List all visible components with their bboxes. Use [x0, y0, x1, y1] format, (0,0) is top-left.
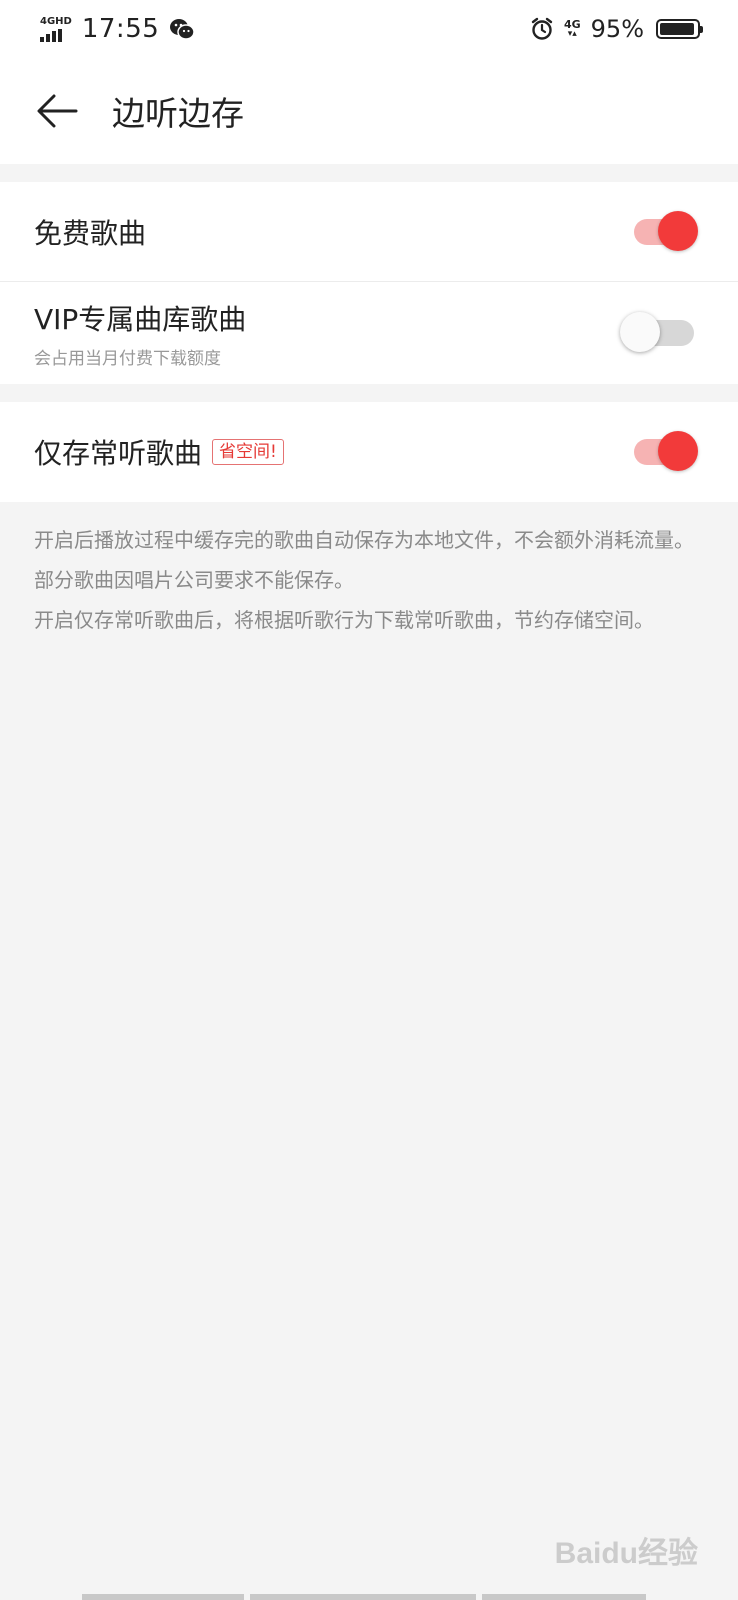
setting-label-free-songs: 免费歌曲	[34, 216, 147, 250]
description-text: 开启后播放过程中缓存完的歌曲自动保存为本地文件，不会额外消耗流量。 部分歌曲因唱…	[0, 502, 738, 640]
signal-icon: 4GHD	[40, 15, 72, 42]
status-bar: 4GHD 17:55 4G ▾▴ 95%	[0, 0, 738, 58]
frequent-only-toggle[interactable]	[632, 431, 698, 473]
vip-songs-toggle[interactable]	[620, 312, 698, 354]
settings-card-download: 免费歌曲 VIP专属曲库歌曲 会占用当月付费下载额度	[0, 182, 738, 384]
bottom-bar-segment	[250, 1594, 476, 1600]
toggle-knob	[620, 312, 660, 352]
baidu-watermark: Baidu经验	[555, 1528, 698, 1572]
free-songs-toggle[interactable]	[632, 210, 698, 253]
toggle-knob	[658, 431, 698, 471]
setting-row-vip-songs[interactable]: VIP专属曲库歌曲 会占用当月付费下载额度	[0, 282, 738, 384]
sim-network-icon: 4G ▾▴	[563, 18, 581, 39]
frequent-only-label: 仅存常听歌曲	[34, 437, 203, 470]
save-space-badge: 省空间!	[212, 439, 284, 465]
back-arrow-icon[interactable]	[34, 88, 80, 134]
status-right: 4G ▾▴ 95%	[530, 15, 703, 43]
setting-label-vip-songs: VIP专属曲库歌曲	[34, 302, 247, 336]
toggle-knob	[658, 210, 698, 251]
setting-label-frequent-only: 仅存常听歌曲 省空间!	[34, 432, 284, 472]
battery-percent: 95%	[590, 15, 644, 43]
row-text: 仅存常听歌曲 省空间!	[34, 432, 284, 472]
setting-sublabel-vip-songs: 会占用当月付费下载额度	[34, 348, 221, 369]
bottom-indicator	[82, 1594, 656, 1600]
bottom-bar-segment	[82, 1594, 244, 1600]
network-type: 4GHD	[40, 15, 72, 27]
setting-row-frequent-only[interactable]: 仅存常听歌曲 省空间!	[0, 402, 738, 502]
status-time: 17:55	[81, 14, 160, 44]
watermark-text: Baidu经验	[554, 1537, 698, 1570]
alarm-icon	[530, 17, 554, 41]
wechat-icon	[169, 17, 196, 41]
status-left: 4GHD 17:55	[40, 14, 196, 44]
setting-row-free-songs[interactable]: 免费歌曲	[0, 182, 738, 282]
settings-card-frequent: 仅存常听歌曲 省空间!	[0, 402, 738, 502]
description-line-2: 部分歌曲因唱片公司要求不能保存。	[34, 568, 354, 592]
row-text: 免费歌曲	[34, 212, 146, 252]
row-text: VIP专属曲库歌曲 会占用当月付费下载额度	[34, 298, 246, 369]
bottom-bar-segment	[482, 1594, 646, 1600]
page-title: 边听边存	[112, 94, 244, 133]
description-line-3: 开启仅存常听歌曲后，将根据听歌行为下载常听歌曲，节约存储空间。	[34, 608, 654, 632]
page-header: 边听边存	[0, 58, 738, 164]
battery-icon	[656, 19, 703, 39]
description-line-1: 开启后播放过程中缓存完的歌曲自动保存为本地文件，不会额外消耗流量。	[34, 528, 694, 552]
